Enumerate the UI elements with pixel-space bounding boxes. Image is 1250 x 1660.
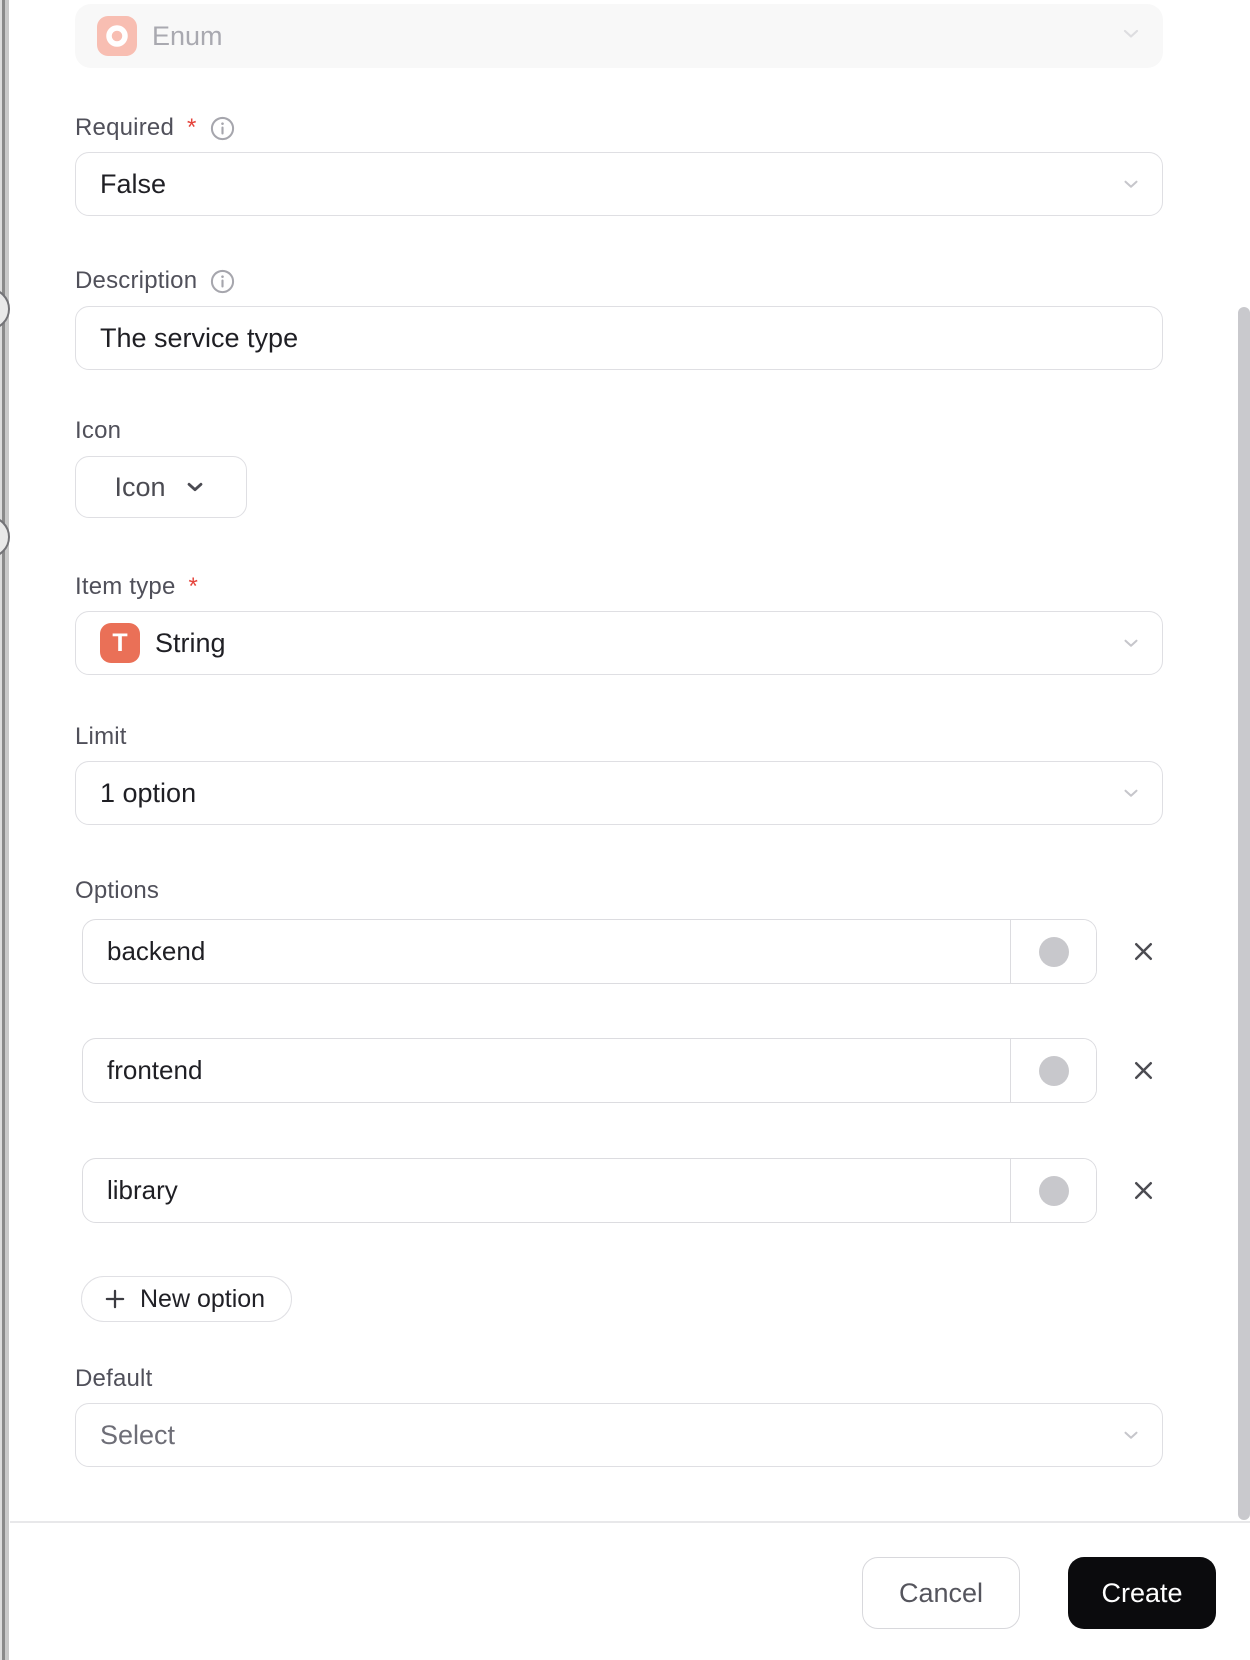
default-select[interactable]: Select <box>75 1403 1163 1467</box>
chevron-down-icon <box>1120 632 1142 654</box>
scrollbar-thumb[interactable] <box>1238 307 1250 1520</box>
required-asterisk: * <box>187 114 197 141</box>
field-type-value: Enum <box>152 20 223 51</box>
field-type-select: Enum <box>75 4 1163 68</box>
default-label: Default <box>75 1365 153 1392</box>
close-icon <box>1134 1061 1152 1080</box>
create-button[interactable]: Create <box>1068 1557 1216 1629</box>
limit-select[interactable]: 1 option <box>75 761 1163 825</box>
remove-option-button[interactable] <box>1123 932 1163 972</box>
chevron-down-icon <box>1120 173 1142 195</box>
enum-icon <box>97 16 137 56</box>
cancel-button[interactable]: Cancel <box>862 1557 1020 1629</box>
color-swatch-icon <box>1038 1055 1069 1086</box>
required-asterisk: * <box>188 573 199 600</box>
item-type-select[interactable]: T String <box>75 611 1163 675</box>
option-input-group <box>82 1158 1097 1223</box>
dialog-footer: Cancel Create <box>0 1521 1250 1660</box>
description-label: Description <box>75 267 1250 295</box>
description-input[interactable] <box>75 306 1163 370</box>
option-name-input[interactable] <box>83 1159 1010 1222</box>
required-label: Required * <box>75 114 1250 142</box>
create-field-dialog: Enum Required * False Description The se… <box>0 0 1250 1660</box>
option-color-picker[interactable] <box>1010 1039 1096 1102</box>
icon-picker-button[interactable]: Icon <box>75 456 247 518</box>
info-icon[interactable] <box>209 268 236 295</box>
remove-option-button[interactable] <box>1123 1051 1163 1091</box>
item-type-label: Item type * <box>75 573 199 600</box>
remove-option-button[interactable] <box>1123 1171 1163 1211</box>
background-circle-button <box>0 516 10 558</box>
close-icon <box>1134 942 1152 961</box>
option-row <box>82 1038 1250 1103</box>
chevron-down-icon <box>182 474 208 500</box>
chevron-down-icon <box>1120 1424 1142 1446</box>
close-icon <box>1134 1181 1152 1200</box>
new-option-button[interactable]: New option <box>81 1276 293 1322</box>
chevron-down-icon <box>1120 782 1142 804</box>
chevron-down-icon <box>1119 22 1143 51</box>
option-input-group <box>82 919 1097 984</box>
option-name-input[interactable] <box>83 1039 1010 1102</box>
icon-label: Icon <box>75 417 122 444</box>
background-circle-button <box>0 288 10 330</box>
plus-icon <box>102 1286 128 1312</box>
option-row <box>82 919 1250 984</box>
limit-label: Limit <box>75 723 127 750</box>
color-swatch-icon <box>1038 936 1069 967</box>
required-select[interactable]: False <box>75 152 1163 216</box>
info-icon[interactable] <box>209 115 236 142</box>
color-swatch-icon <box>1038 1175 1069 1206</box>
option-input-group <box>82 1038 1097 1103</box>
option-name-input[interactable] <box>83 920 1010 983</box>
string-type-icon: T <box>100 623 140 663</box>
options-label: Options <box>75 877 160 904</box>
background-page-edge <box>0 0 10 1660</box>
option-color-picker[interactable] <box>1010 1159 1096 1222</box>
option-row <box>82 1158 1250 1223</box>
option-color-picker[interactable] <box>1010 920 1096 983</box>
